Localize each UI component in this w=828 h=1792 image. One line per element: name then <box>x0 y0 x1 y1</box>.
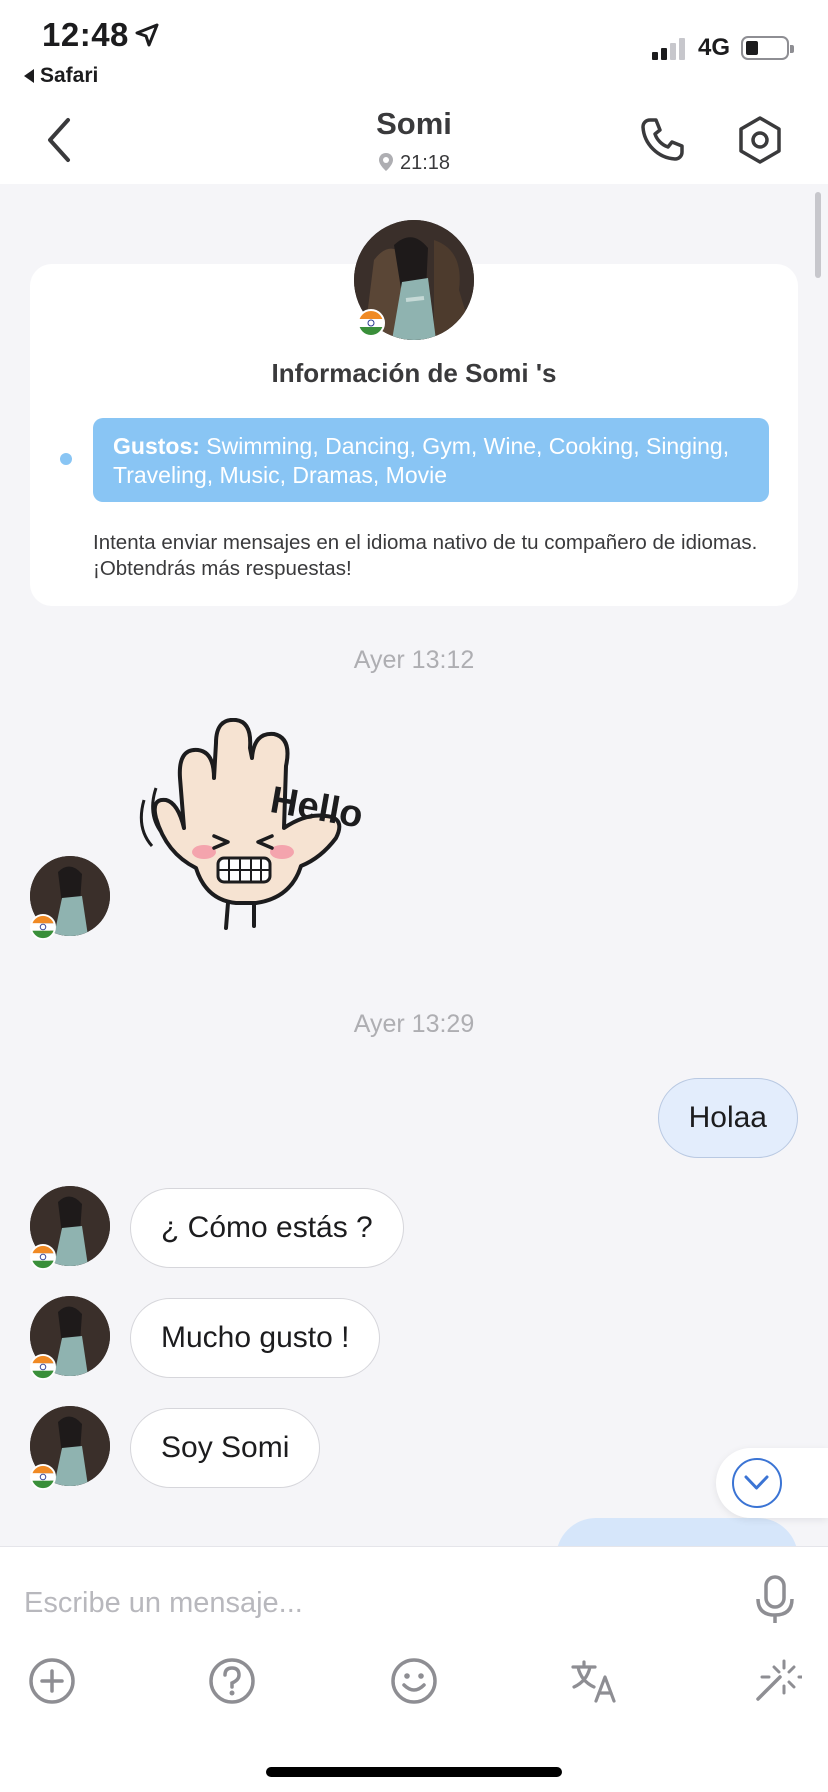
chat-header: Somi 21:18 <box>0 100 828 184</box>
question-circle-icon[interactable] <box>206 1655 258 1707</box>
page-title: Somi <box>376 106 452 141</box>
likes-box: Gustos: Swimming, Dancing, Gym, Wine, Co… <box>93 418 769 502</box>
likes-bullet <box>60 453 72 465</box>
back-to-app-link[interactable]: Safari <box>24 64 98 88</box>
hello-sticker[interactable]: Hello <box>136 718 376 938</box>
incoming-message-bubble[interactable]: Soy Somi <box>130 1408 321 1488</box>
message-composer <box>0 1546 828 1792</box>
phone-icon[interactable] <box>636 114 688 166</box>
back-app-label: Safari <box>40 64 99 87</box>
chevron-down-icon <box>732 1458 782 1508</box>
local-time-text: 21:18 <box>399 152 451 174</box>
india-flag-icon <box>30 914 56 940</box>
smiley-icon[interactable] <box>388 1655 440 1707</box>
incoming-message-bubble[interactable]: ¿ Cómo estás ? <box>130 1188 404 1268</box>
india-flag-icon <box>30 1244 56 1270</box>
scrollbar[interactable] <box>815 192 821 278</box>
chat-timestamp: Ayer 13:29 <box>353 1010 475 1038</box>
partner-info-title: Información de Somi 's <box>271 358 557 388</box>
incoming-message-bubble[interactable]: Mucho gusto ! <box>130 1298 381 1378</box>
india-flag-icon <box>357 309 385 337</box>
india-flag-icon <box>30 1354 56 1380</box>
likes-label: Gustos: <box>113 433 200 459</box>
location-arrow-icon <box>135 23 159 47</box>
message-input[interactable] <box>24 1583 724 1623</box>
likes-value: Swimming, Dancing, Gym, Wine, Cooking, S… <box>113 433 730 488</box>
outgoing-message-bubble[interactable]: Holaa <box>657 1078 798 1158</box>
magic-wand-icon[interactable] <box>750 1655 802 1707</box>
translate-icon[interactable] <box>568 1655 620 1707</box>
settings-icon[interactable] <box>734 114 786 166</box>
signal-strength-icon <box>652 36 685 60</box>
partner-local-time: 21:18 <box>0 152 828 175</box>
chat-timestamp: Ayer 13:12 <box>353 646 475 674</box>
india-flag-icon <box>30 1464 56 1490</box>
back-triangle-icon <box>24 69 34 83</box>
location-pin-icon <box>378 153 393 171</box>
plus-circle-icon[interactable] <box>26 1655 78 1707</box>
home-indicator[interactable] <box>266 1767 562 1777</box>
status-time: 12:48 <box>42 16 129 53</box>
scroll-to-bottom-button[interactable] <box>716 1448 828 1518</box>
status-bar: 12:48 Safari 4G <box>0 0 828 100</box>
language-tip: Intenta enviar mensajes en el idioma nat… <box>93 531 758 580</box>
battery-icon <box>741 36 794 60</box>
microphone-icon[interactable] <box>752 1573 798 1627</box>
network-type: 4G <box>698 34 731 61</box>
